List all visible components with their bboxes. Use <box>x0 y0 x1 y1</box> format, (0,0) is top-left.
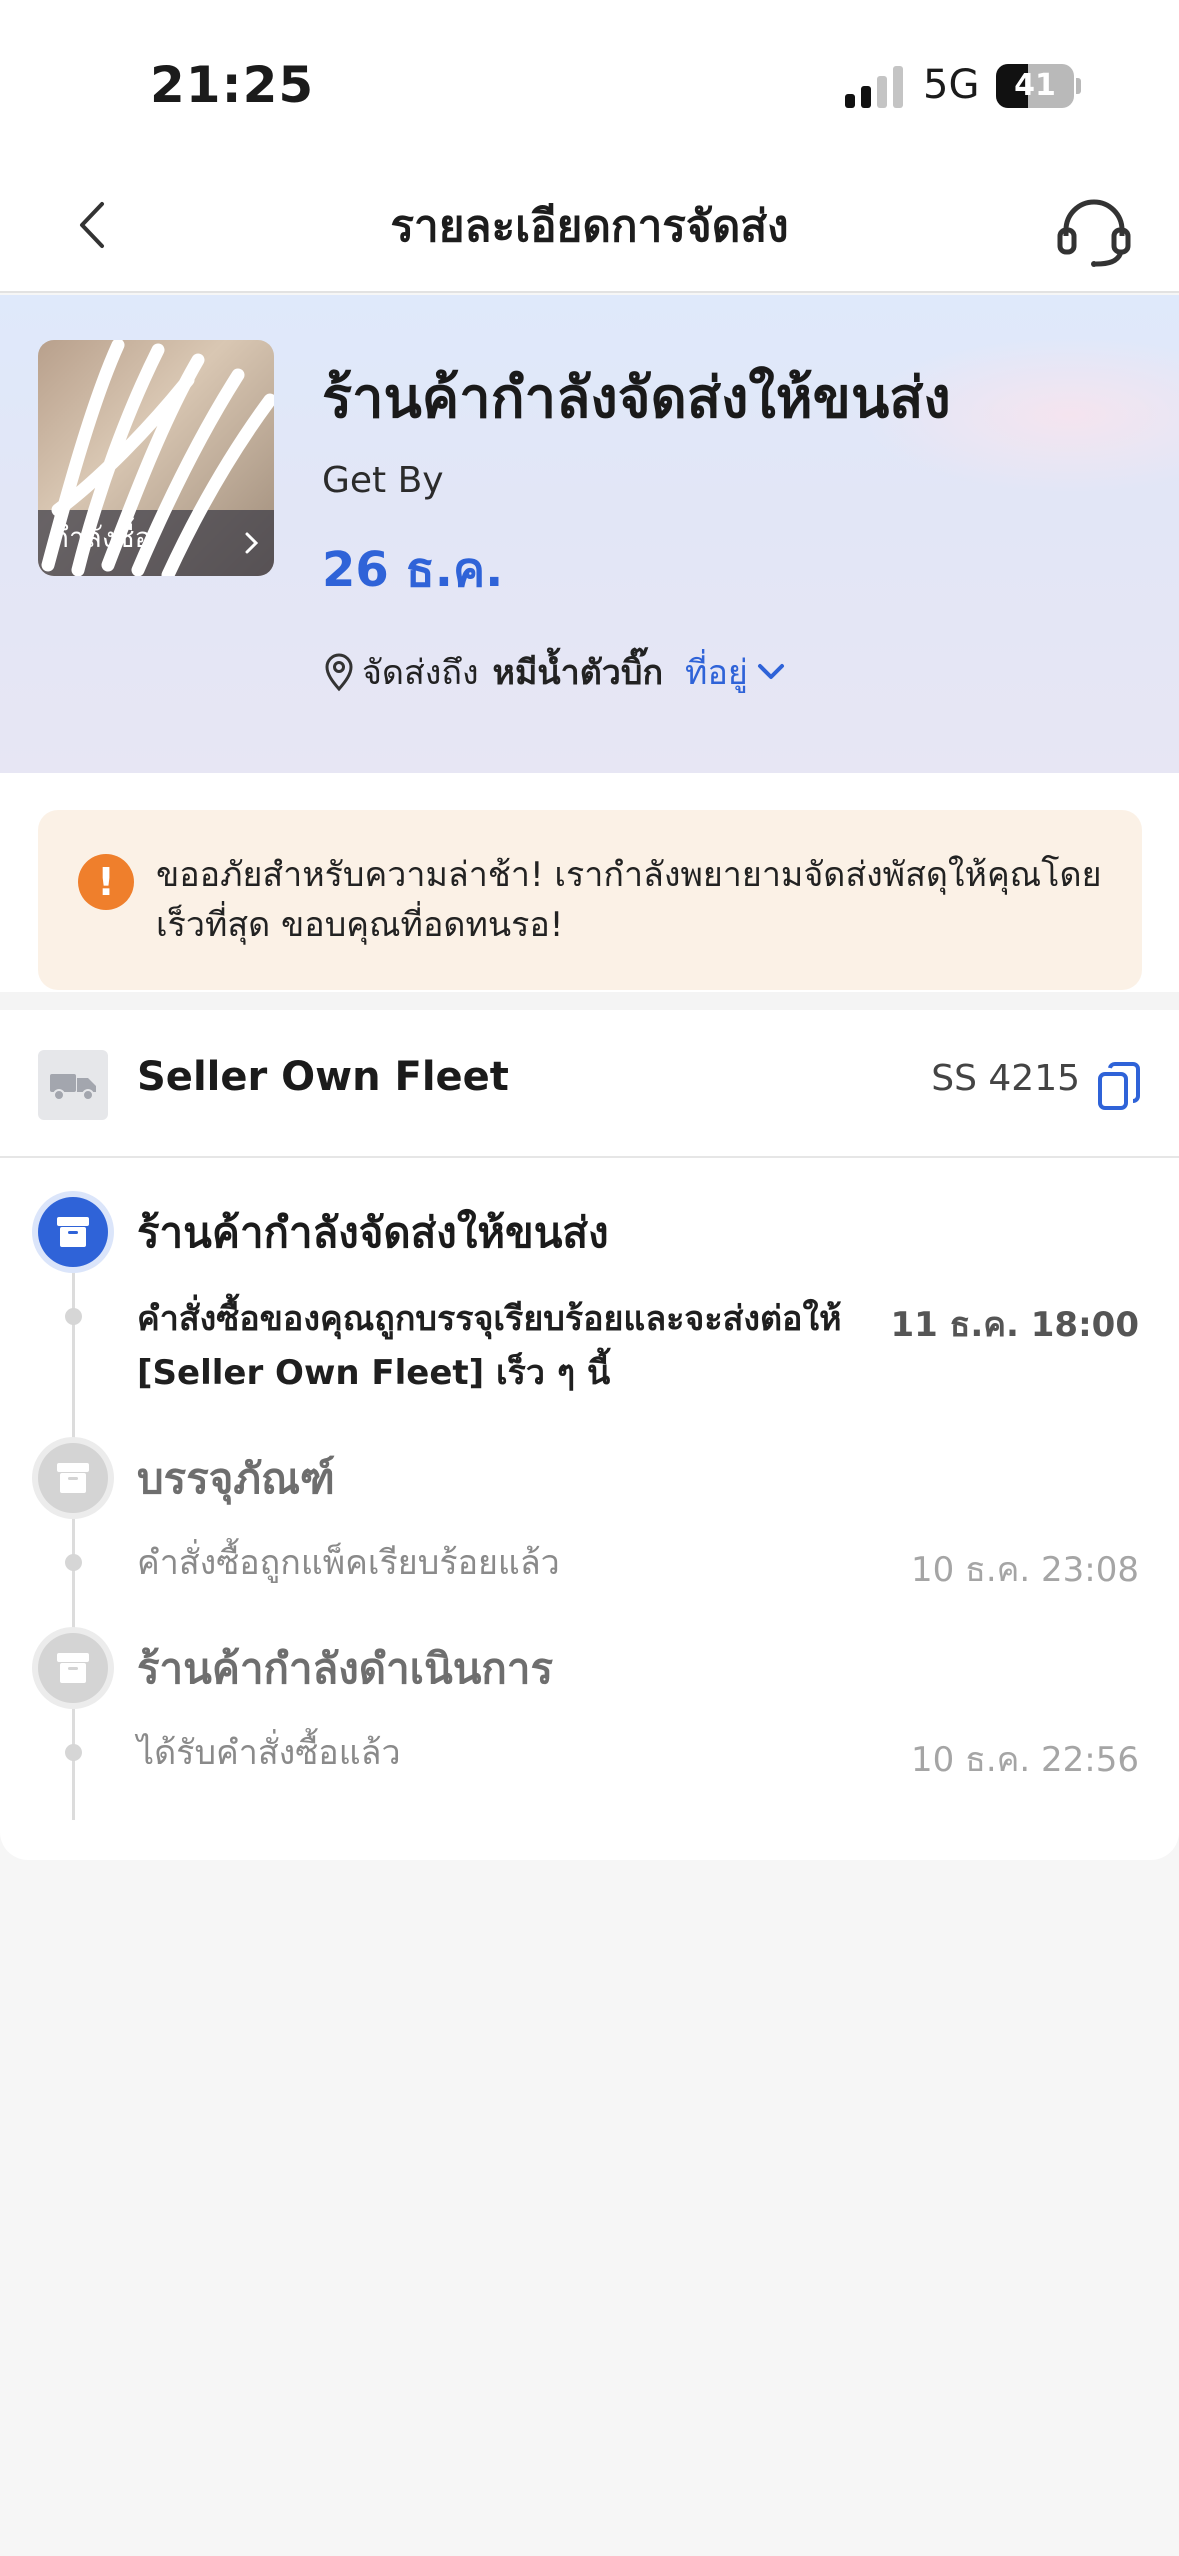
product-thumbnail[interactable]: กำลังซื้อ <box>38 340 274 576</box>
timeline-step-detail: คำสั่งซื้อถูกแพ็คเรียบร้อยแล้ว <box>137 1543 560 1583</box>
timeline-step-title: บรรจุภัณฑ์ <box>137 1454 335 1503</box>
box-icon <box>57 1217 89 1247</box>
timeline-connector <box>72 1270 75 1820</box>
delivery-summary: กำลังซื้อ ร้านค้ากำลังจัดส่งให้ขนส่ง Get… <box>0 295 1179 773</box>
cellular-signal-icon <box>845 66 903 108</box>
delivery-address: จัดส่งถึง หมีน้ำตัวบิ๊ก ที่อยู่ <box>322 647 786 697</box>
address-toggle[interactable]: ที่อยู่ <box>685 645 748 699</box>
timeline-step-time: 11 ธ.ค. 18:00 <box>890 1305 1139 1345</box>
notice-text: ขออภัยสำหรับความล่าช้า! เรากำลังพยายามจั… <box>156 855 1102 945</box>
battery-icon: 41 <box>996 64 1081 108</box>
timeline-step-detail: คำสั่งซื้อของคุณถูกบรรจุเรียบร้อยและจะส่… <box>137 1299 842 1393</box>
timeline-step-time: 10 ธ.ค. 23:08 <box>911 1550 1139 1590</box>
network-type: 5G <box>923 62 980 108</box>
location-pin-icon <box>325 653 353 692</box>
tracking-number: SS 4215 <box>931 1058 1080 1099</box>
timeline-step-detail: ได้รับคำสั่งซื้อแล้ว <box>137 1733 401 1773</box>
timeline-dot <box>65 1744 82 1761</box>
copy-icon[interactable] <box>1096 1060 1142 1112</box>
shipping-details-page: 21:25 5G 41 รายละเอียดการจัดส่ง กำลังซื้… <box>0 0 1179 2556</box>
timeline-step-title: ร้านค้ากำลังจัดส่งให้ขนส่ง <box>137 1208 609 1257</box>
truck-icon <box>38 1050 108 1120</box>
redaction-scribble <box>41 340 274 576</box>
status-time: 21:25 <box>150 56 315 114</box>
page-title: รายละเอียดการจัดส่ง <box>390 201 789 252</box>
timeline-dot <box>65 1308 82 1325</box>
nav-bar: รายละเอียดการจัดส่ง <box>0 160 1179 293</box>
timeline-step-icon <box>38 1633 108 1703</box>
status-bar: 21:25 5G 41 <box>0 0 1179 160</box>
box-icon <box>57 1463 89 1493</box>
estimated-date: 26 ธ.ค. <box>322 542 504 598</box>
battery-percent: 41 <box>1014 68 1056 103</box>
box-icon <box>57 1653 89 1683</box>
recipient-name: หมีน้ำตัวบิ๊ก <box>492 653 664 693</box>
carrier-name: Seller Own Fleet <box>137 1054 509 1100</box>
timeline-step-time: 10 ธ.ค. 22:56 <box>911 1740 1139 1780</box>
address-prefix: จัดส่งถึง <box>362 653 479 693</box>
get-by-label: Get By <box>322 460 444 501</box>
warning-icon: ! <box>78 854 134 910</box>
delivery-status-title: ร้านค้ากำลังจัดส่งให้ขนส่ง <box>322 366 951 431</box>
timeline-dot <box>65 1554 82 1571</box>
chevron-down-icon[interactable] <box>756 661 786 683</box>
timeline-step-icon <box>38 1443 108 1513</box>
headset-support-icon[interactable] <box>1054 196 1134 268</box>
section-divider <box>0 992 1179 1010</box>
timeline-step-icon-active <box>38 1197 108 1267</box>
timeline-step-title: ร้านค้ากำลังดำเนินการ <box>137 1644 554 1693</box>
delay-notice: ! ขออภัยสำหรับความล่าช้า! เรากำลังพยายาม… <box>38 810 1142 990</box>
tracking-row: Seller Own Fleet SS 4215 <box>0 1010 1179 1158</box>
